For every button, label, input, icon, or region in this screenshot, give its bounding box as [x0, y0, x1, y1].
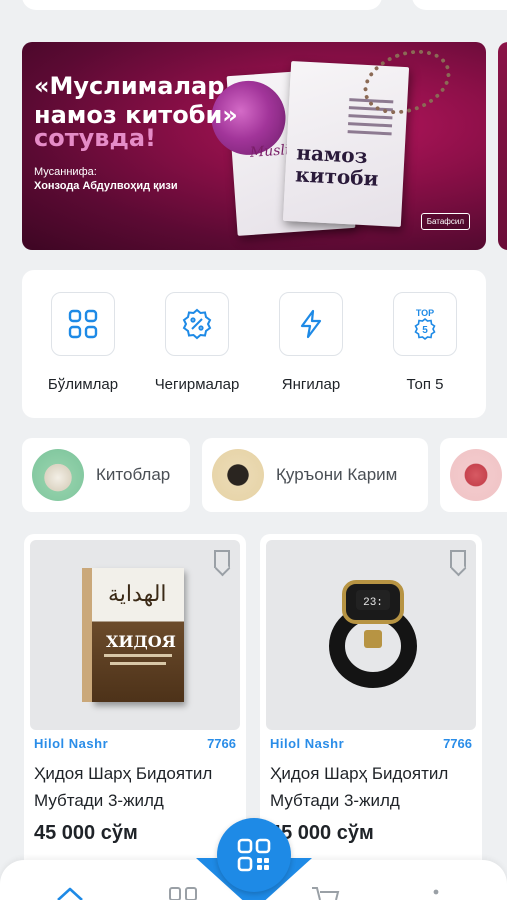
svg-text:TOP: TOP — [416, 308, 434, 318]
bookmark-icon[interactable] — [450, 550, 466, 568]
product-image: 23: — [266, 540, 476, 730]
svg-text:5: 5 — [422, 325, 428, 336]
quick-action-label: Топ 5 — [406, 376, 444, 393]
qr-scan-button[interactable] — [217, 818, 291, 892]
catalog-icon[interactable] — [168, 886, 198, 900]
svg-text:23:: 23: — [363, 597, 383, 609]
smart-ring-image: 23: — [329, 580, 417, 688]
product-image: الهداية ХИДОЯ — [30, 540, 240, 730]
quran-image — [212, 449, 264, 501]
category-books[interactable]: Китоблар — [22, 438, 190, 512]
quick-action-label: Янгилар — [281, 376, 341, 393]
bookmark-icon[interactable] — [214, 550, 230, 568]
next-banner-peek[interactable] — [498, 42, 507, 250]
category-quran[interactable]: Қуръони Карим — [202, 438, 428, 512]
top5-badge-icon: TOP 5 — [393, 292, 457, 356]
product-card[interactable]: 23: Hilol Nashr 7766 Ҳидоя Шарҳ Бидоятил… — [260, 534, 482, 874]
banner-subtitle: сотувда! — [34, 124, 156, 152]
product-code: 7766 — [207, 736, 236, 751]
qr-code-icon — [237, 838, 271, 872]
category-next[interactable] — [440, 438, 507, 512]
quick-action-discounts[interactable]: Чегирмалар — [142, 292, 252, 393]
gifts-image — [450, 449, 502, 501]
banner-details-button[interactable]: Батафсил — [420, 213, 470, 230]
category-label: Қуръони Карим — [276, 465, 398, 484]
home-icon[interactable] — [56, 886, 84, 900]
product-publisher: Hilol Nashr — [34, 736, 109, 751]
hidoya-book-cover: الهداية ХИДОЯ — [82, 568, 184, 702]
product-name: Ҳидоя Шарҳ Бидоятил Мубтади 3-жилд — [34, 764, 213, 810]
banner-title: «Муслималар намоз китоби» — [34, 72, 238, 129]
quick-action-new[interactable]: Янгилар — [256, 292, 366, 393]
cover-arabic-title: الهداية — [108, 582, 167, 607]
banner-author: Хонзода Абдулвоҳид қизи — [34, 180, 178, 192]
header-action[interactable] — [412, 0, 507, 10]
product-publisher: Hilol Nashr — [270, 736, 345, 751]
cover-title: ХИДОЯ — [106, 632, 176, 651]
quick-action-sections[interactable]: Бўлимлар — [28, 292, 138, 393]
quick-action-label: Чегирмалар — [154, 376, 240, 393]
banner-author-label: Мусаннифа: — [34, 166, 97, 178]
product-price: 45 000 сўм — [34, 822, 138, 844]
book-cover-title: намоз китоби — [294, 140, 380, 191]
cart-icon[interactable] — [310, 886, 340, 900]
quick-actions-panel: Бўлимлар Чегирмалар Янгилар TOP 5 Топ 5 — [22, 270, 486, 418]
product-card[interactable]: الهداية ХИДОЯ Hilol Nashr 7766 Ҳидоя Шар… — [24, 534, 246, 874]
quick-action-label: Бўлимлар — [47, 376, 119, 393]
more-icon[interactable] — [432, 888, 440, 900]
product-name: Ҳидоя Шарҳ Бидоятил Мубтади 3-жилд — [270, 764, 449, 810]
lightning-icon — [279, 292, 343, 356]
discount-badge-icon — [165, 292, 229, 356]
search-bar[interactable] — [22, 0, 382, 10]
quick-action-top5[interactable]: TOP 5 Топ 5 — [370, 292, 480, 393]
grid-icon — [51, 292, 115, 356]
product-code: 7766 — [443, 736, 472, 751]
books-image — [32, 449, 84, 501]
promo-banner[interactable]: Muslimalar намоз китоби «Муслималар намо… — [22, 42, 486, 250]
category-label: Китоблар — [96, 465, 171, 484]
